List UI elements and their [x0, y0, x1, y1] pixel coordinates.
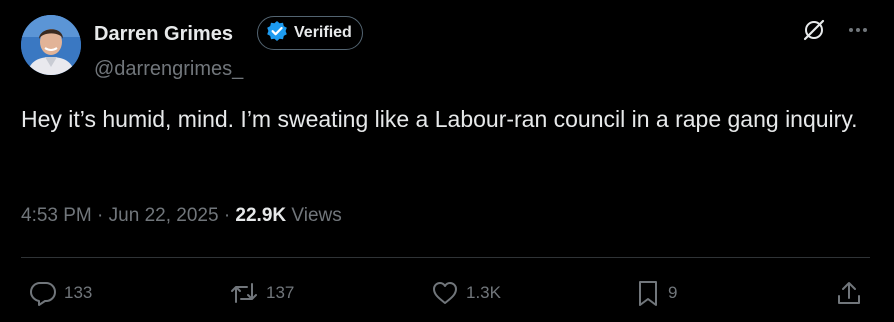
bookmark-button[interactable]: 9	[634, 278, 677, 308]
verified-icon	[266, 20, 288, 47]
repost-count: 137	[266, 283, 295, 302]
author-name[interactable]: Darren Grimes	[94, 21, 233, 47]
avatar[interactable]	[21, 15, 81, 75]
grok-icon[interactable]	[802, 18, 826, 47]
meta-separator: ·	[223, 205, 236, 226]
verified-label: Verified	[294, 24, 352, 41]
share-icon	[834, 278, 864, 308]
like-count: 1.3K	[466, 283, 501, 302]
meta-separator: ·	[97, 205, 109, 226]
divider	[21, 257, 870, 258]
author-handle[interactable]: @darrengrimes_	[94, 56, 243, 82]
repost-button[interactable]: 137	[228, 278, 294, 308]
views-label: Views	[291, 205, 342, 226]
like-button[interactable]: 1.3K	[430, 278, 501, 308]
tweet-meta: 4:53 PM · Jun 22, 2025 · 22.9K Views	[21, 203, 342, 229]
tweet-text: Hey it’s humid, mind. I’m sweating like …	[21, 106, 858, 132]
tweet-time[interactable]: 4:53 PM	[21, 205, 92, 226]
repost-icon	[228, 278, 260, 308]
reply-button[interactable]: 133	[28, 278, 92, 308]
bookmark-count: 9	[668, 283, 678, 302]
share-button[interactable]	[834, 278, 864, 308]
heart-icon	[430, 278, 460, 308]
more-icon[interactable]	[846, 18, 870, 47]
views-count: 22.9K	[235, 205, 287, 226]
verified-badge[interactable]: Verified	[257, 16, 363, 50]
bookmark-icon	[634, 278, 662, 308]
tweet-date[interactable]: Jun 22, 2025	[109, 205, 219, 226]
reply-icon	[28, 278, 58, 308]
reply-count: 133	[64, 283, 93, 302]
